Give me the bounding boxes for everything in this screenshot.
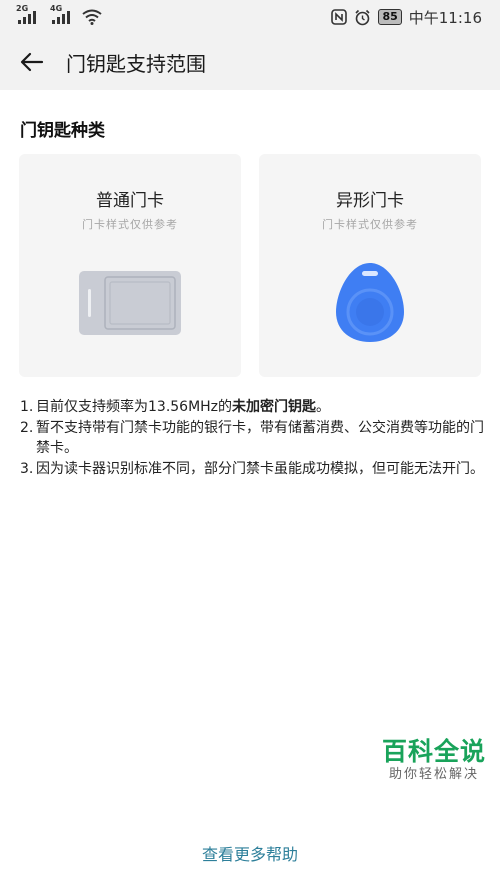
signal-icon: 2G bbox=[16, 4, 36, 24]
arrow-left-icon bbox=[20, 52, 44, 72]
note-text: 暂不支持带有门禁卡功能的银行卡，带有储蓄消费、公交消费等功能的门禁卡。 bbox=[36, 420, 484, 456]
watermark-main: 百科全说 bbox=[381, 737, 486, 766]
section-title: 门钥匙种类 bbox=[20, 121, 105, 141]
status-right: 85 中午11:16 bbox=[331, 7, 482, 28]
note-number: 1. bbox=[20, 399, 34, 415]
signal-icon: 4G bbox=[50, 4, 70, 24]
list-item: 1. 目前仅支持频率为13.56MHz的未加密门钥匙。 bbox=[20, 397, 490, 417]
more-help-link[interactable]: 查看更多帮助 bbox=[0, 841, 500, 865]
status-bar: 2G 4G 85 中午11:16 bbox=[0, 0, 500, 34]
list-item: 3. 因为读卡器识别标准不同，部分门禁卡虽能成功模拟，但可能无法开门。 bbox=[20, 459, 490, 479]
card-title: 普通门卡 bbox=[96, 191, 164, 211]
list-item: 2. 暂不支持带有门禁卡功能的银行卡，带有储蓄消费、公交消费等功能的门禁卡。 bbox=[20, 418, 490, 458]
page-title: 门钥匙支持范围 bbox=[66, 51, 206, 76]
card-standard: 普通门卡 门卡样式仅供参考 bbox=[19, 154, 241, 377]
battery-indicator: 85 bbox=[378, 9, 402, 25]
note-text: 因为读卡器识别标准不同，部分门禁卡虽能成功模拟，但可能无法开门。 bbox=[36, 461, 484, 477]
signal-tag: 4G bbox=[50, 4, 63, 13]
note-number: 2. bbox=[20, 420, 34, 436]
notes-list: 1. 目前仅支持频率为13.56MHz的未加密门钥匙。 2. 暂不支持带有门禁卡… bbox=[20, 397, 490, 480]
note-text: 目前仅支持频率为13.56MHz的未加密门钥匙。 bbox=[36, 399, 331, 415]
access-card-icon bbox=[79, 271, 181, 335]
alarm-icon bbox=[355, 9, 371, 25]
status-left: 2G 4G bbox=[16, 4, 102, 25]
watermark-sub: 助你轻松解决 bbox=[388, 767, 479, 782]
key-fob-icon bbox=[336, 263, 404, 342]
app-bar: 门钥匙支持范围 bbox=[0, 34, 500, 90]
note-number: 3. bbox=[20, 461, 34, 477]
note-emphasis: 未加密门钥匙 bbox=[232, 399, 317, 415]
nfc-icon bbox=[331, 9, 348, 25]
card-irregular: 异形门卡 门卡样式仅供参考 bbox=[259, 154, 481, 377]
card-subtitle: 门卡样式仅供参考 bbox=[322, 218, 418, 231]
back-button[interactable] bbox=[0, 34, 64, 90]
card-subtitle: 门卡样式仅供参考 bbox=[82, 218, 178, 231]
signal-tag: 2G bbox=[16, 4, 29, 13]
watermark-logo: 百科全说 助你轻松解决 bbox=[382, 738, 486, 784]
card-title: 异形门卡 bbox=[336, 191, 404, 211]
wifi-icon bbox=[82, 9, 102, 25]
clock: 中午11:16 bbox=[408, 8, 482, 27]
